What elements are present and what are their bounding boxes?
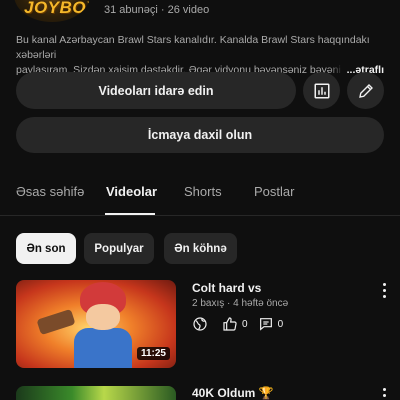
avatar-logo-text: JOYBOY: [24, 0, 90, 17]
channel-tabs: Əsas səhifə Videolar Shorts Postlar: [0, 172, 400, 216]
video-thumbnail[interactable]: 11:25: [16, 280, 176, 368]
pencil-icon: [358, 83, 373, 98]
tab-posts[interactable]: Postlar: [254, 184, 294, 199]
video-comments[interactable]: 0: [258, 316, 284, 332]
channel-avatar[interactable]: JOYBOY: [14, 0, 90, 22]
manage-videos-label: Videoları idarə edin: [98, 83, 214, 98]
tab-home[interactable]: Əsas səhifə: [16, 184, 84, 199]
thumbnail-art: [74, 328, 132, 368]
kebab-dot: [382, 282, 386, 286]
thumbnail-art: [36, 308, 76, 336]
kebab-dot: [382, 294, 386, 298]
video-duration: 11:25: [136, 347, 170, 360]
video-title[interactable]: Colt hard vs: [192, 281, 261, 295]
video-stats-row: 0 0: [192, 314, 293, 334]
chip-latest[interactable]: Ən son: [16, 233, 76, 264]
likes-count: 0: [242, 318, 248, 330]
video-options-button[interactable]: [378, 281, 390, 299]
edit-channel-button[interactable]: [347, 72, 384, 109]
visibility-status[interactable]: [192, 316, 212, 332]
kebab-dot: [382, 393, 386, 397]
video-likes[interactable]: 0: [222, 316, 248, 332]
join-community-label: İcmaya daxil olun: [147, 128, 253, 142]
channel-header: JOYBOY 31 abunəçi · 26 video: [0, 0, 400, 28]
join-community-button[interactable]: İcmaya daxil olun: [16, 117, 384, 153]
kebab-dot: [382, 288, 386, 292]
tab-shorts[interactable]: Shorts: [184, 184, 222, 199]
thumbs-up-icon: [223, 317, 237, 331]
tab-videos[interactable]: Videolar: [106, 184, 157, 199]
chip-popular[interactable]: Populyar: [84, 233, 154, 264]
comment-icon: [259, 318, 272, 331]
bar-chart-icon: [314, 83, 329, 98]
kebab-dot: [382, 387, 386, 391]
channel-stats: 31 abunəçi · 26 video: [104, 4, 210, 16]
comments-count: 0: [277, 318, 284, 330]
globe-icon: [193, 317, 207, 331]
description-line: Bu kanal Azərbaycan Brawl Stars kanalıdı…: [16, 34, 370, 61]
manage-videos-button[interactable]: Videoları idarə edin: [16, 72, 296, 109]
chip-oldest[interactable]: Ən köhnə: [164, 233, 237, 264]
video-options-button[interactable]: [378, 386, 390, 400]
analytics-button[interactable]: [303, 72, 340, 109]
active-tab-indicator: [105, 213, 155, 215]
video-meta: 2 baxış · 4 həftə öncə: [192, 298, 289, 309]
video-thumbnail[interactable]: [16, 386, 176, 400]
video-title[interactable]: 40K Oldum 🏆: [192, 386, 274, 400]
thumbnail-art: [86, 304, 120, 330]
